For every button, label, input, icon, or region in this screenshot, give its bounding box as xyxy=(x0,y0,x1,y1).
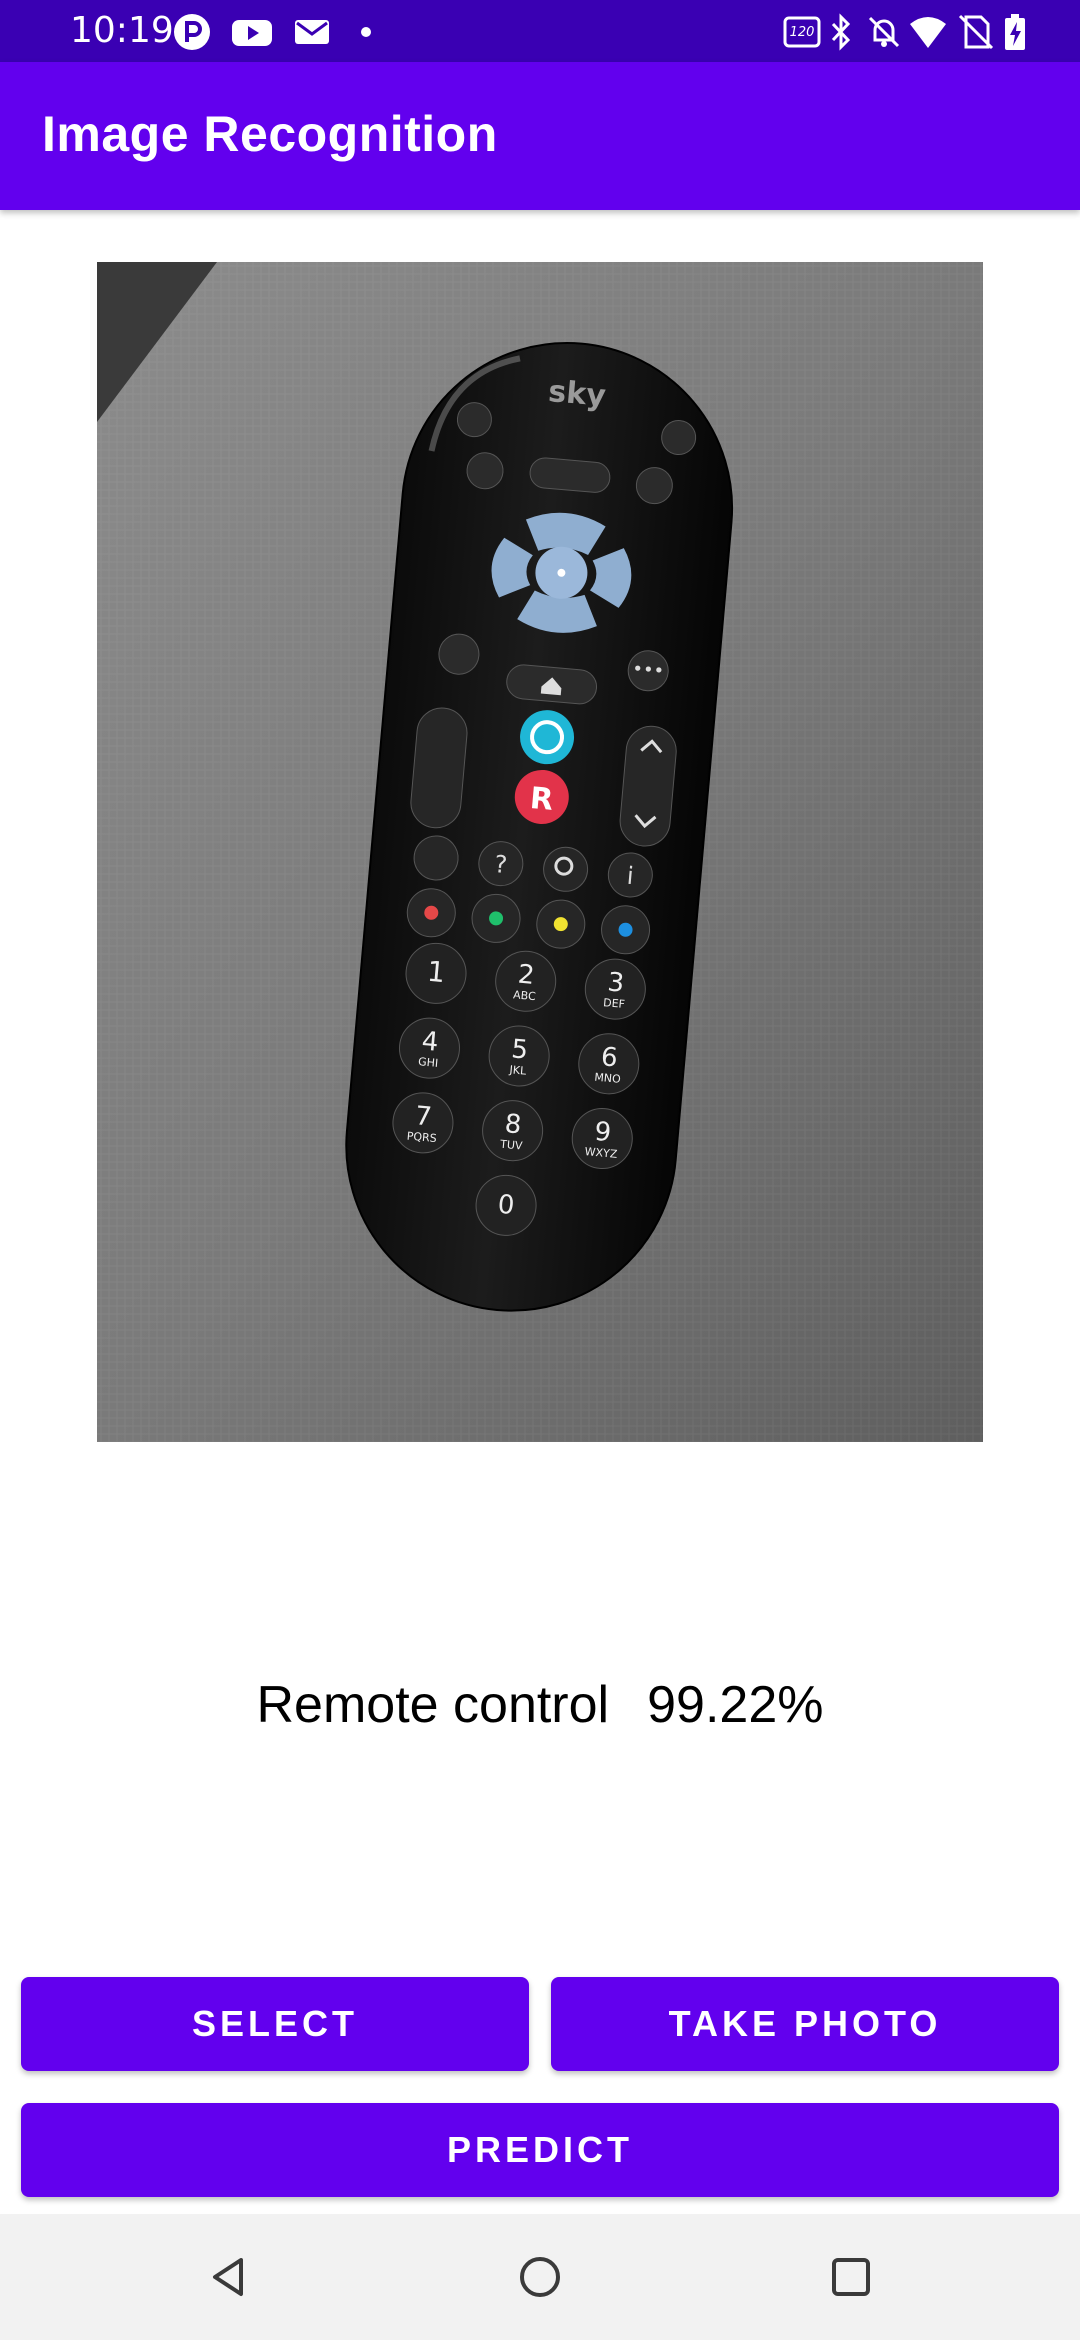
app-bar: Image Recognition xyxy=(0,62,1080,210)
refresh-rate-120hz-icon: 120 xyxy=(782,12,822,52)
help-key: ? xyxy=(493,850,508,879)
key-2: 2 xyxy=(517,960,536,991)
status-bar: 10:19 120 xyxy=(0,0,1080,62)
navigation-bar xyxy=(0,2214,1080,2340)
key-9: 9 xyxy=(593,1117,612,1148)
take-photo-button[interactable]: TAKE PHOTO xyxy=(551,1977,1059,2071)
prediction-label: Remote control xyxy=(256,1676,610,1734)
bluetooth-icon xyxy=(826,12,856,52)
youtube-icon xyxy=(230,12,274,52)
battery-charging-icon xyxy=(1000,12,1030,52)
no-sim-icon xyxy=(956,12,996,52)
svg-text:120: 120 xyxy=(790,25,815,40)
bell-off-icon xyxy=(864,12,904,52)
select-button[interactable]: SELECT xyxy=(21,1977,529,2071)
key-4-letters: GHI xyxy=(418,1055,439,1070)
home-icon[interactable] xyxy=(515,2252,565,2302)
key-3: 3 xyxy=(606,967,625,998)
brand-logo: sky xyxy=(547,374,608,414)
record-button-label: R xyxy=(529,781,555,818)
key-8: 8 xyxy=(504,1109,523,1140)
predict-button[interactable]: PREDICT xyxy=(21,2103,1059,2197)
key-2-letters: ABC xyxy=(513,988,537,1003)
wifi-icon xyxy=(908,12,948,52)
mail-icon xyxy=(292,12,332,52)
key-4: 4 xyxy=(420,1026,439,1057)
key-5-letters: JKL xyxy=(508,1063,528,1078)
p-app-icon xyxy=(172,12,212,52)
key-6: 6 xyxy=(600,1042,619,1073)
key-6-letters: MNO xyxy=(594,1071,622,1086)
status-time: 10:19 xyxy=(70,10,174,51)
prediction-result: Remote control 99.22% xyxy=(0,1670,1080,1740)
recents-icon[interactable] xyxy=(826,2252,876,2302)
key-7-letters: PQRS xyxy=(406,1129,437,1145)
selected-image: sky ••• R ? i 1 2 ABC 3 DEF 4 GHI 5 JKL … xyxy=(97,262,983,1442)
key-1: 1 xyxy=(426,955,447,989)
key-5: 5 xyxy=(510,1034,529,1065)
key-0: 0 xyxy=(497,1190,516,1221)
key-3-letters: DEF xyxy=(603,996,626,1011)
app-title: Image Recognition xyxy=(42,106,498,162)
prediction-confidence: 99.22% xyxy=(647,1676,824,1734)
back-icon[interactable] xyxy=(203,2252,253,2302)
key-8-letters: TUV xyxy=(499,1138,524,1153)
key-7: 7 xyxy=(414,1101,433,1132)
svg-text:•••: ••• xyxy=(631,658,665,682)
dot-icon xyxy=(356,12,376,52)
